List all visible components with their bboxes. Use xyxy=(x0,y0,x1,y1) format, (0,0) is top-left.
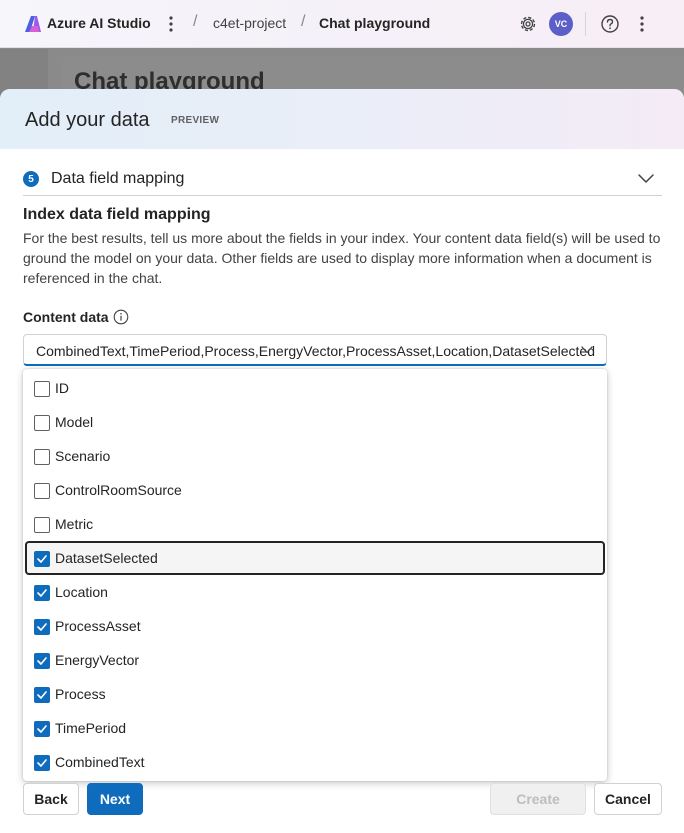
option-label: ProcessAsset xyxy=(55,618,141,634)
divider xyxy=(585,12,586,36)
checkbox-checked[interactable] xyxy=(34,687,50,703)
help-icon[interactable] xyxy=(599,13,621,35)
step-title: Data field mapping xyxy=(51,170,185,187)
breadcrumb-separator: / xyxy=(301,13,306,30)
checkmark-icon xyxy=(37,623,47,631)
option-process[interactable]: Process xyxy=(25,677,605,711)
cancel-button[interactable]: Cancel xyxy=(594,783,662,815)
create-button[interactable]: Create xyxy=(490,783,586,815)
checkmark-icon xyxy=(37,657,47,665)
breadcrumb-current-page: Chat playground xyxy=(319,15,431,31)
checkmark-icon xyxy=(37,555,47,563)
dialog-header: Add your data PREVIEW xyxy=(0,89,684,149)
option-label: ControlRoomSource xyxy=(55,482,182,498)
option-label: Metric xyxy=(55,516,94,532)
chevron-down-icon xyxy=(581,346,593,354)
option-label: Model xyxy=(55,414,94,430)
breadcrumb-project[interactable]: c4et-project xyxy=(213,15,286,31)
brand-name[interactable]: Azure AI Studio xyxy=(47,15,151,31)
option-controlroomsource[interactable]: ControlRoomSource xyxy=(25,473,605,507)
checkbox[interactable] xyxy=(34,449,50,465)
settings-gear-icon[interactable] xyxy=(517,13,539,35)
add-your-data-dialog: Add your data PREVIEW 5 Data field mappi… xyxy=(0,89,684,833)
more-vertical-icon[interactable] xyxy=(163,13,179,35)
step-number-badge: 5 xyxy=(23,171,39,187)
breadcrumb-separator: / xyxy=(193,13,198,30)
back-button[interactable]: Back xyxy=(23,783,79,815)
checkmark-icon xyxy=(37,759,47,767)
option-energyvector[interactable]: EnergyVector xyxy=(25,643,605,677)
option-model[interactable]: Model xyxy=(25,405,605,439)
checkbox-checked[interactable] xyxy=(34,585,50,601)
option-label: ID xyxy=(55,380,69,396)
option-metric[interactable]: Metric xyxy=(25,507,605,541)
more-vertical-icon[interactable] xyxy=(634,13,650,35)
next-button[interactable]: Next xyxy=(87,783,143,815)
content-data-selected-value: CombinedText,TimePeriod,Process,EnergyVe… xyxy=(36,343,595,359)
section-title: Index data field mapping xyxy=(23,206,211,223)
info-icon[interactable] xyxy=(113,309,129,325)
checkbox-checked[interactable] xyxy=(34,653,50,669)
step-header[interactable]: 5 Data field mapping xyxy=(23,169,662,196)
option-location[interactable]: Location xyxy=(25,575,605,609)
option-timeperiod[interactable]: TimePeriod xyxy=(25,711,605,745)
checkbox-checked[interactable] xyxy=(34,721,50,737)
section-description: For the best results, tell us more about… xyxy=(23,230,661,286)
checkmark-icon xyxy=(37,589,47,597)
option-label: Process xyxy=(55,686,106,702)
azure-ai-logo-icon[interactable] xyxy=(24,15,42,33)
option-scenario[interactable]: Scenario xyxy=(25,439,605,473)
checkbox[interactable] xyxy=(34,483,50,499)
chevron-down-icon[interactable] xyxy=(637,171,655,185)
option-label: EnergyVector xyxy=(55,652,140,668)
option-processasset[interactable]: ProcessAsset xyxy=(25,609,605,643)
checkbox-checked[interactable] xyxy=(34,619,50,635)
checkbox[interactable] xyxy=(34,415,50,431)
option-label: Scenario xyxy=(55,448,111,464)
checkbox[interactable] xyxy=(34,517,50,533)
content-data-options-list: ID Model Scenario ControlRoomSource Metr… xyxy=(23,369,607,781)
dialog-title: Add your data xyxy=(25,109,150,131)
option-label: Location xyxy=(55,584,108,600)
checkmark-icon xyxy=(37,691,47,699)
preview-badge: PREVIEW xyxy=(171,115,220,126)
checkbox-checked[interactable] xyxy=(34,755,50,771)
checkmark-icon xyxy=(37,725,47,733)
option-id[interactable]: ID xyxy=(25,371,605,405)
content-data-dropdown[interactable]: CombinedText,TimePeriod,Process,EnergyVe… xyxy=(23,334,607,366)
content-data-label: Content data xyxy=(23,309,109,325)
checkbox[interactable] xyxy=(34,381,50,397)
option-label: DatasetSelected xyxy=(55,550,158,566)
checkbox-checked[interactable] xyxy=(34,551,50,567)
option-label: TimePeriod xyxy=(55,720,127,736)
user-avatar[interactable]: VC xyxy=(549,12,573,36)
option-label: CombinedText xyxy=(55,754,145,770)
option-combinedtext[interactable]: CombinedText xyxy=(25,745,605,779)
option-datasetselected[interactable]: DatasetSelected xyxy=(25,541,605,575)
top-bar: Azure AI Studio / c4et-project / Chat pl… xyxy=(0,0,684,48)
